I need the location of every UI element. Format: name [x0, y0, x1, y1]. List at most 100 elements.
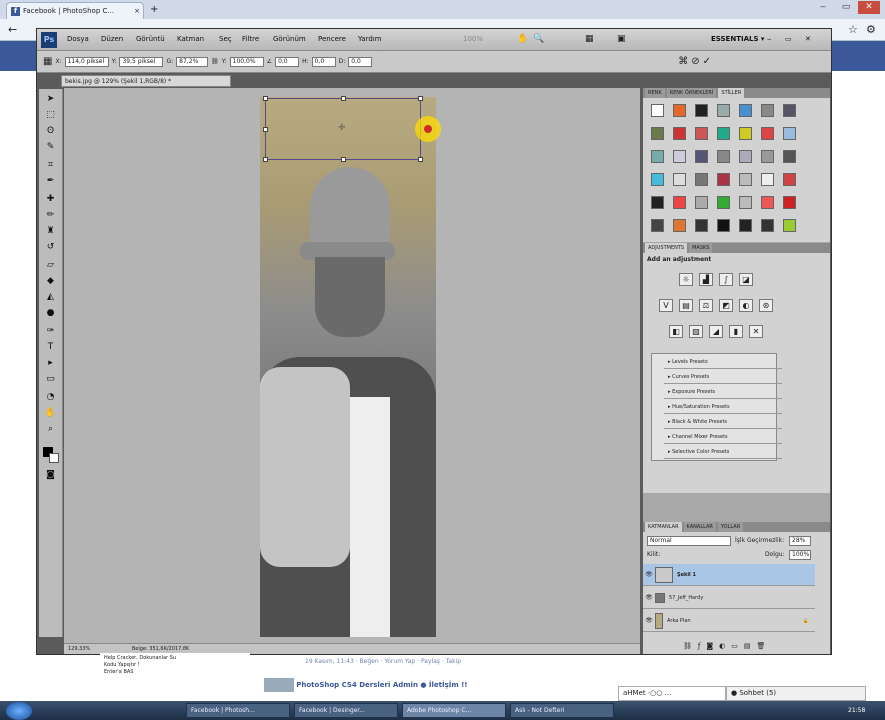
style-swatch[interactable]: [651, 173, 664, 186]
new-group-icon[interactable]: ▭: [731, 642, 744, 650]
style-swatch[interactable]: [783, 150, 796, 163]
taskbar-item-facebook-1[interactable]: Facebook | Photosh...: [186, 703, 290, 718]
style-swatch[interactable]: [673, 219, 686, 232]
tab-katmanlar[interactable]: KATMANLAR: [645, 522, 682, 532]
path-selection-tool-icon[interactable]: ▸: [44, 357, 57, 370]
list-item[interactable]: Enter'a BAS: [104, 669, 246, 676]
eye-icon[interactable]: 👁: [643, 571, 655, 578]
style-swatch[interactable]: [695, 173, 708, 186]
preset-selective-color[interactable]: ▸ Selective Color Presets: [664, 446, 782, 459]
new-tab-button[interactable]: +: [150, 4, 158, 15]
brightness-contrast-icon[interactable]: ☼: [679, 273, 693, 286]
pen-tool-icon[interactable]: ✑: [44, 325, 57, 338]
workspace-switcher[interactable]: ESSENTIALS ▾: [711, 35, 764, 43]
hand-tool-icon[interactable]: ✋: [44, 407, 57, 420]
style-swatch[interactable]: [739, 150, 752, 163]
reference-point-icon[interactable]: ▦: [43, 56, 52, 67]
document-image[interactable]: [260, 97, 436, 637]
height-scale-field[interactable]: 100,0%: [229, 56, 264, 67]
taskbar-item-facebook-2[interactable]: Facebook | Desinger...: [294, 703, 398, 718]
style-swatch[interactable]: [673, 150, 686, 163]
transform-selection-box[interactable]: ✛: [263, 96, 423, 162]
screen-mode-icon[interactable]: ▣: [617, 34, 626, 44]
style-swatch[interactable]: [651, 127, 664, 140]
healing-brush-tool-icon[interactable]: ✚: [44, 193, 57, 206]
style-swatch[interactable]: [783, 127, 796, 140]
transform-handle[interactable]: [341, 96, 346, 101]
start-button[interactable]: [6, 702, 32, 720]
hue-saturation-icon[interactable]: ▤: [679, 299, 693, 312]
lasso-tool-icon[interactable]: ʘ: [44, 125, 57, 138]
posterize-icon[interactable]: ▨: [689, 325, 703, 338]
tab-renk-ornekleri[interactable]: RENK ÖRNEKLERİ: [666, 88, 717, 98]
layer-row-sekil-1[interactable]: 👁 Şekil 1: [643, 564, 815, 586]
style-swatch[interactable]: [717, 173, 730, 186]
preset-channel-mixer[interactable]: ▸ Channel Mixer Presets: [664, 431, 782, 444]
tab-masks[interactable]: MASKS: [689, 243, 713, 253]
zoom-tool-icon[interactable]: ⌕: [44, 423, 57, 436]
style-swatch[interactable]: [761, 196, 774, 209]
delete-layer-icon[interactable]: 🗑: [757, 642, 772, 650]
post-title[interactable]: PhotoShop CS4 Dersleri Admin ● İletİşİm …: [264, 678, 644, 694]
taskbar-item-notepad[interactable]: Aslı - Not Defteri: [510, 703, 614, 718]
transform-handle[interactable]: [263, 96, 268, 101]
vertical-skew-field[interactable]: 0,0: [348, 56, 373, 67]
style-swatch[interactable]: [761, 173, 774, 186]
menu-pencere[interactable]: Pencere: [318, 35, 346, 43]
document-tab[interactable]: bekis.jpg @ 129% (Şekil 1,RGB/8) *: [61, 75, 231, 87]
menu-yardim[interactable]: Yardım: [358, 35, 382, 43]
menu-dosya[interactable]: Dosya: [67, 35, 89, 43]
fill-field[interactable]: 100%: [789, 550, 811, 560]
width-scale-field[interactable]: 87,2%: [176, 56, 209, 67]
arrange-documents-icon[interactable]: ▦: [585, 34, 594, 44]
blur-tool-icon[interactable]: ◭: [44, 291, 57, 304]
paint-bucket-tool-icon[interactable]: ◆: [44, 275, 57, 288]
cancel-transform-icon[interactable]: ⊘: [691, 56, 699, 67]
eye-icon[interactable]: 👁: [643, 594, 655, 601]
new-layer-icon[interactable]: ▤: [744, 642, 757, 650]
color-balance-icon[interactable]: ⚖: [699, 299, 713, 312]
style-swatch[interactable]: [783, 196, 796, 209]
tab-renk[interactable]: RENK: [645, 88, 665, 98]
menu-duzen[interactable]: Düzen: [101, 35, 123, 43]
levels-icon[interactable]: ▟: [699, 273, 713, 286]
browser-tab[interactable]: f Facebook | PhotoShop C... ×: [6, 2, 144, 19]
opacity-field[interactable]: 28%: [789, 536, 811, 546]
move-tool-icon[interactable]: ➤: [44, 93, 57, 106]
dodge-tool-icon[interactable]: ●: [44, 307, 57, 320]
post-meta[interactable]: 19 Kasım, 11:43 · Beğen · Yorum Yap · Pa…: [305, 658, 635, 668]
new-adjustment-icon[interactable]: ◐: [719, 642, 731, 650]
canvas-area[interactable]: 129,33% Belge: 351,6K/2017,8K: [64, 88, 640, 654]
x-position-field[interactable]: 114,0 piksel: [64, 56, 109, 67]
layer-row-arka-plan[interactable]: 👁 Arka Plan 🔒: [643, 610, 815, 632]
background-color-swatch[interactable]: [49, 453, 59, 463]
preset-hue-saturation[interactable]: ▸ Hue/Saturation Presets: [664, 401, 782, 414]
photo-filter-icon[interactable]: ◐: [739, 299, 753, 312]
tab-kanallar[interactable]: KANALLAR: [683, 522, 716, 532]
selective-color-icon[interactable]: ✕: [749, 325, 763, 338]
back-arrow-icon[interactable]: ←: [8, 23, 17, 36]
menu-gorunum[interactable]: Görünüm: [273, 35, 306, 43]
link-layers-icon[interactable]: ⛓: [683, 642, 698, 650]
ps-minimize-button[interactable]: ‒: [767, 35, 771, 43]
style-swatch[interactable]: [739, 104, 752, 117]
window-close-button[interactable]: ✕: [858, 1, 880, 14]
chat-tab-user[interactable]: aHMet ·○○ ...: [618, 686, 726, 701]
menu-katman[interactable]: Katman: [177, 35, 204, 43]
style-swatch[interactable]: [761, 219, 774, 232]
style-swatch[interactable]: [783, 173, 796, 186]
wrench-icon[interactable]: ⚙: [866, 23, 876, 36]
style-swatch[interactable]: [651, 104, 664, 117]
style-swatch[interactable]: [717, 127, 730, 140]
transform-handle[interactable]: [418, 157, 423, 162]
ps-maximize-button[interactable]: ▭: [785, 35, 792, 43]
zoom-level-dropdown[interactable]: 100%: [463, 35, 483, 43]
vibrance-icon[interactable]: V: [659, 299, 673, 312]
y-position-field[interactable]: 39,5 piksel: [119, 56, 164, 67]
window-maximize-button[interactable]: ▭: [835, 1, 857, 14]
preset-exposure[interactable]: ▸ Exposure Presets: [664, 386, 782, 399]
style-swatch[interactable]: [739, 173, 752, 186]
type-tool-icon[interactable]: T: [44, 341, 57, 354]
style-swatch[interactable]: [651, 196, 664, 209]
marquee-tool-icon[interactable]: ⬚: [44, 109, 57, 122]
